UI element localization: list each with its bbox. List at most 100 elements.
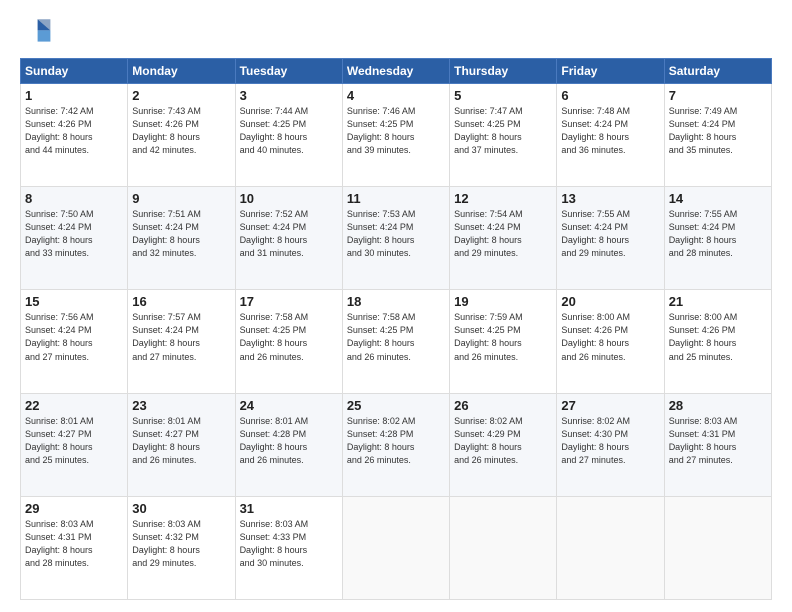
day-detail: Sunrise: 8:02 AM Sunset: 4:28 PM Dayligh… [347, 415, 445, 467]
day-number: 30 [132, 501, 230, 516]
calendar-cell: 23 Sunrise: 8:01 AM Sunset: 4:27 PM Dayli… [128, 393, 235, 496]
day-detail: Sunrise: 8:03 AM Sunset: 4:32 PM Dayligh… [132, 518, 230, 570]
day-number: 7 [669, 88, 767, 103]
day-detail: Sunrise: 7:43 AM Sunset: 4:26 PM Dayligh… [132, 105, 230, 157]
calendar-cell: 19Sunrise: 7:59 AM Sunset: 4:25 PM Dayli… [450, 290, 557, 393]
page: SundayMondayTuesdayWednesdayThursdayFrid… [0, 0, 792, 612]
day-detail: Sunrise: 7:58 AM Sunset: 4:25 PM Dayligh… [240, 311, 338, 363]
day-detail: Sunrise: 7:46 AM Sunset: 4:25 PM Dayligh… [347, 105, 445, 157]
calendar-cell: 15 Sunrise: 7:56 AM Sunset: 4:24 PM Dayli… [21, 290, 128, 393]
day-detail: Sunrise: 8:02 AM Sunset: 4:29 PM Dayligh… [454, 415, 552, 467]
calendar-cell: 10 Sunrise: 7:52 AM Sunset: 4:24 PM Dayli… [235, 187, 342, 290]
calendar-cell: 7Sunrise: 7:49 AM Sunset: 4:24 PM Daylig… [664, 84, 771, 187]
day-number: 5 [454, 88, 552, 103]
calendar-cell: 11 Sunrise: 7:53 AM Sunset: 4:24 PM Dayli… [342, 187, 449, 290]
logo [20, 16, 56, 48]
day-number: 19 [454, 294, 552, 309]
logo-icon [20, 16, 52, 48]
day-header-tuesday: Tuesday [235, 59, 342, 84]
day-number: 14 [669, 191, 767, 206]
day-number: 12 [454, 191, 552, 206]
day-number: 18 [347, 294, 445, 309]
calendar-cell: 20Sunrise: 8:00 AM Sunset: 4:26 PM Dayli… [557, 290, 664, 393]
calendar-cell: 21Sunrise: 8:00 AM Sunset: 4:26 PM Dayli… [664, 290, 771, 393]
day-number: 10 [240, 191, 338, 206]
day-header-wednesday: Wednesday [342, 59, 449, 84]
day-number: 29 [25, 501, 123, 516]
calendar-cell: 27 Sunrise: 8:02 AM Sunset: 4:30 PM Dayli… [557, 393, 664, 496]
day-detail: Sunrise: 8:03 AM Sunset: 4:33 PM Dayligh… [240, 518, 338, 570]
day-detail: Sunrise: 7:48 AM Sunset: 4:24 PM Dayligh… [561, 105, 659, 157]
calendar-cell: 25 Sunrise: 8:02 AM Sunset: 4:28 PM Dayli… [342, 393, 449, 496]
calendar-cell: 24 Sunrise: 8:01 AM Sunset: 4:28 PM Dayli… [235, 393, 342, 496]
day-detail: Sunrise: 8:00 AM Sunset: 4:26 PM Dayligh… [561, 311, 659, 363]
calendar-cell: 6Sunrise: 7:48 AM Sunset: 4:24 PM Daylig… [557, 84, 664, 187]
calendar-cell: 26 Sunrise: 8:02 AM Sunset: 4:29 PM Dayli… [450, 393, 557, 496]
calendar-cell: 17 Sunrise: 7:58 AM Sunset: 4:25 PM Dayli… [235, 290, 342, 393]
day-detail: Sunrise: 7:55 AM Sunset: 4:24 PM Dayligh… [669, 208, 767, 260]
day-number: 22 [25, 398, 123, 413]
calendar-table: SundayMondayTuesdayWednesdayThursdayFrid… [20, 58, 772, 600]
calendar-cell: 1Sunrise: 7:42 AM Sunset: 4:26 PM Daylig… [21, 84, 128, 187]
day-header-monday: Monday [128, 59, 235, 84]
day-header-sunday: Sunday [21, 59, 128, 84]
header [20, 16, 772, 48]
day-detail: Sunrise: 7:44 AM Sunset: 4:25 PM Dayligh… [240, 105, 338, 157]
day-detail: Sunrise: 7:50 AM Sunset: 4:24 PM Dayligh… [25, 208, 123, 260]
day-number: 26 [454, 398, 552, 413]
day-header-friday: Friday [557, 59, 664, 84]
calendar-cell [664, 496, 771, 599]
day-detail: Sunrise: 8:01 AM Sunset: 4:27 PM Dayligh… [132, 415, 230, 467]
day-detail: Sunrise: 7:52 AM Sunset: 4:24 PM Dayligh… [240, 208, 338, 260]
calendar-week-1: 1Sunrise: 7:42 AM Sunset: 4:26 PM Daylig… [21, 84, 772, 187]
day-detail: Sunrise: 7:53 AM Sunset: 4:24 PM Dayligh… [347, 208, 445, 260]
day-detail: Sunrise: 7:51 AM Sunset: 4:24 PM Dayligh… [132, 208, 230, 260]
calendar-cell: 3 Sunrise: 7:44 AM Sunset: 4:25 PM Daylig… [235, 84, 342, 187]
calendar-week-2: 8 Sunrise: 7:50 AM Sunset: 4:24 PM Daylig… [21, 187, 772, 290]
day-number: 16 [132, 294, 230, 309]
day-number: 11 [347, 191, 445, 206]
day-detail: Sunrise: 7:56 AM Sunset: 4:24 PM Dayligh… [25, 311, 123, 363]
day-detail: Sunrise: 7:47 AM Sunset: 4:25 PM Dayligh… [454, 105, 552, 157]
day-number: 17 [240, 294, 338, 309]
day-number: 3 [240, 88, 338, 103]
day-number: 2 [132, 88, 230, 103]
calendar-cell [450, 496, 557, 599]
day-detail: Sunrise: 8:03 AM Sunset: 4:31 PM Dayligh… [669, 415, 767, 467]
day-detail: Sunrise: 7:42 AM Sunset: 4:26 PM Dayligh… [25, 105, 123, 157]
calendar-week-5: 29 Sunrise: 8:03 AM Sunset: 4:31 PM Dayli… [21, 496, 772, 599]
calendar-cell: 31Sunrise: 8:03 AM Sunset: 4:33 PM Dayli… [235, 496, 342, 599]
day-number: 4 [347, 88, 445, 103]
calendar-cell: 28 Sunrise: 8:03 AM Sunset: 4:31 PM Dayli… [664, 393, 771, 496]
day-header-thursday: Thursday [450, 59, 557, 84]
day-number: 28 [669, 398, 767, 413]
calendar-cell: 29 Sunrise: 8:03 AM Sunset: 4:31 PM Dayli… [21, 496, 128, 599]
calendar-header-row: SundayMondayTuesdayWednesdayThursdayFrid… [21, 59, 772, 84]
calendar-cell [342, 496, 449, 599]
day-number: 15 [25, 294, 123, 309]
day-detail: Sunrise: 7:55 AM Sunset: 4:24 PM Dayligh… [561, 208, 659, 260]
day-header-saturday: Saturday [664, 59, 771, 84]
day-number: 23 [132, 398, 230, 413]
calendar-cell: 18 Sunrise: 7:58 AM Sunset: 4:25 PM Dayli… [342, 290, 449, 393]
calendar-cell: 13Sunrise: 7:55 AM Sunset: 4:24 PM Dayli… [557, 187, 664, 290]
calendar-cell: 4 Sunrise: 7:46 AM Sunset: 4:25 PM Daylig… [342, 84, 449, 187]
day-number: 24 [240, 398, 338, 413]
day-detail: Sunrise: 8:01 AM Sunset: 4:28 PM Dayligh… [240, 415, 338, 467]
calendar-week-4: 22 Sunrise: 8:01 AM Sunset: 4:27 PM Dayli… [21, 393, 772, 496]
day-number: 21 [669, 294, 767, 309]
day-detail: Sunrise: 7:57 AM Sunset: 4:24 PM Dayligh… [132, 311, 230, 363]
calendar-cell: 30 Sunrise: 8:03 AM Sunset: 4:32 PM Dayli… [128, 496, 235, 599]
day-detail: Sunrise: 7:58 AM Sunset: 4:25 PM Dayligh… [347, 311, 445, 363]
day-number: 25 [347, 398, 445, 413]
day-number: 8 [25, 191, 123, 206]
day-number: 27 [561, 398, 659, 413]
calendar-cell [557, 496, 664, 599]
calendar-cell: 9Sunrise: 7:51 AM Sunset: 4:24 PM Daylig… [128, 187, 235, 290]
day-detail: Sunrise: 8:03 AM Sunset: 4:31 PM Dayligh… [25, 518, 123, 570]
calendar-week-3: 15 Sunrise: 7:56 AM Sunset: 4:24 PM Dayli… [21, 290, 772, 393]
day-detail: Sunrise: 8:02 AM Sunset: 4:30 PM Dayligh… [561, 415, 659, 467]
day-detail: Sunrise: 7:54 AM Sunset: 4:24 PM Dayligh… [454, 208, 552, 260]
calendar-cell: 8 Sunrise: 7:50 AM Sunset: 4:24 PM Daylig… [21, 187, 128, 290]
calendar-cell: 16 Sunrise: 7:57 AM Sunset: 4:24 PM Dayli… [128, 290, 235, 393]
